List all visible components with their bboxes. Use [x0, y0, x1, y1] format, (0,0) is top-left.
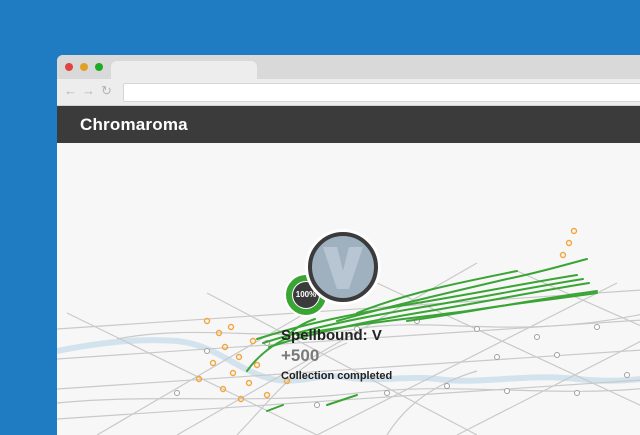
minimize-window-icon[interactable] — [80, 63, 88, 71]
browser-tab[interactable] — [111, 61, 257, 80]
achievement-title: Spellbound: V — [281, 327, 382, 344]
achievement-score: +500 — [281, 346, 320, 365]
browser-window: ← → ↻ Chromaroma 100% Spellbound: V +500… — [57, 55, 640, 435]
map-canvas — [57, 227, 640, 435]
close-window-icon[interactable] — [65, 63, 73, 71]
maximize-window-icon[interactable] — [95, 63, 103, 71]
achievement-status: Collection completed — [281, 370, 393, 382]
address-bar-row: ← → ↻ — [57, 79, 640, 106]
app-brand[interactable]: Chromaroma — [80, 115, 188, 135]
browser-tab-strip — [57, 55, 640, 80]
app-header: Chromaroma — [57, 106, 640, 143]
back-arrow-icon[interactable]: ← — [64, 84, 77, 98]
forward-arrow-icon[interactable]: → — [82, 84, 95, 98]
station-nodes — [174, 318, 630, 408]
url-field[interactable] — [123, 83, 640, 102]
transit-map[interactable]: 100% — [57, 143, 640, 435]
reload-icon[interactable]: ↻ — [101, 84, 112, 98]
progress-percent-label: 100% — [295, 290, 317, 299]
